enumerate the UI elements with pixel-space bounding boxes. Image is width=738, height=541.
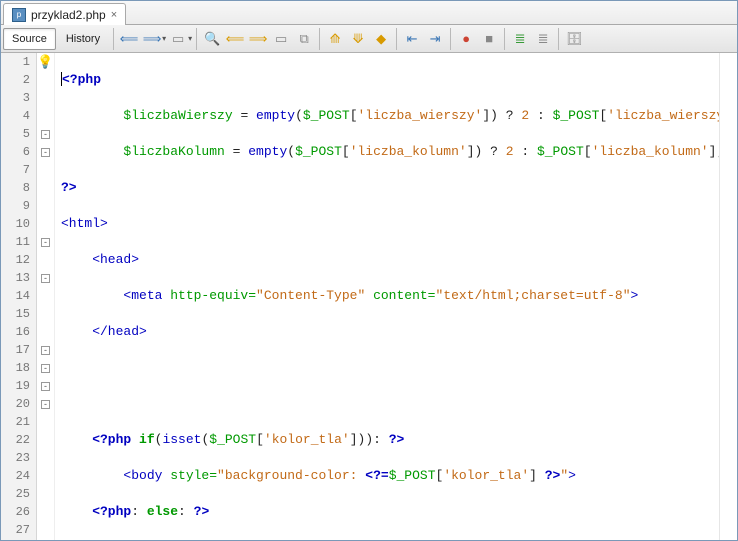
select-button[interactable]: ▭: [167, 28, 189, 50]
line-number: 22: [1, 431, 36, 449]
line-number: 2: [1, 71, 36, 89]
line-number: 18: [1, 359, 36, 377]
fold-gutter: 💡 - - - - - - - -: [37, 53, 55, 540]
separator: [319, 28, 320, 50]
history-view-button[interactable]: History: [57, 28, 109, 50]
editor-window: p przyklad2.php × Source History ⟸ ⟹▾ ▭▾…: [0, 0, 738, 541]
shift-left-button[interactable]: ⇤: [401, 28, 423, 50]
fold-toggle[interactable]: -: [41, 238, 50, 247]
line-number: 11: [1, 233, 36, 251]
fold-toggle[interactable]: -: [41, 130, 50, 139]
line-number: 8: [1, 179, 36, 197]
find-next-button[interactable]: ⟹: [247, 28, 269, 50]
close-icon[interactable]: ×: [111, 9, 117, 21]
fold-toggle[interactable]: -: [41, 346, 50, 355]
editor-toolbar: Source History ⟸ ⟹▾ ▭▾ 🔍 ⟸ ⟹ ▭ ⧉ ⟰ ⟱ ◆ ⇤…: [1, 25, 737, 53]
file-tab-label: przyklad2.php: [31, 8, 106, 22]
separator: [558, 28, 559, 50]
source-view-button[interactable]: Source: [3, 28, 56, 50]
separator: [504, 28, 505, 50]
code-text[interactable]: <?php $liczbaWierszy = empty($_POST['lic…: [55, 53, 719, 540]
error-stripe: [719, 53, 737, 540]
line-number: 16: [1, 323, 36, 341]
line-number: 13: [1, 269, 36, 287]
stop-macro-button[interactable]: ■: [478, 28, 500, 50]
line-number: 9: [1, 197, 36, 215]
php-file-icon: p: [12, 8, 26, 22]
line-number: 21: [1, 413, 36, 431]
fold-toggle[interactable]: -: [41, 400, 50, 409]
line-number: 5: [1, 125, 36, 143]
file-tab-bar: p przyklad2.php ×: [1, 1, 737, 25]
fold-toggle[interactable]: -: [41, 364, 50, 373]
file-tab[interactable]: p przyklad2.php ×: [3, 3, 126, 25]
text-cursor: [61, 72, 62, 86]
line-number: 3: [1, 89, 36, 107]
line-number: 6: [1, 143, 36, 161]
line-number: 7: [1, 161, 36, 179]
find-selection-button[interactable]: 🔍: [201, 28, 223, 50]
separator: [450, 28, 451, 50]
line-number: 20: [1, 395, 36, 413]
line-number: 24: [1, 467, 36, 485]
toggle-rect-button[interactable]: ⧉: [293, 28, 315, 50]
line-number-gutter: 1 2 3 4 5 6 7 8 9 10 11 12 13 14 15 16 1…: [1, 53, 37, 540]
database-icon[interactable]: 🗄: [563, 28, 585, 50]
hint-bulb-icon[interactable]: 💡: [37, 54, 53, 70]
line-number: 26: [1, 503, 36, 521]
separator: [113, 28, 114, 50]
separator: [196, 28, 197, 50]
line-number: 17: [1, 341, 36, 359]
nav-forward-button[interactable]: ⟹: [141, 28, 163, 50]
line-number: 27: [1, 521, 36, 539]
line-number: 10: [1, 215, 36, 233]
prev-bookmark-button[interactable]: ⟰: [324, 28, 346, 50]
find-previous-button[interactable]: ⟸: [224, 28, 246, 50]
start-macro-button[interactable]: ●: [455, 28, 477, 50]
fold-toggle[interactable]: -: [41, 274, 50, 283]
comment-button[interactable]: ≣: [509, 28, 531, 50]
next-bookmark-button[interactable]: ⟱: [347, 28, 369, 50]
uncomment-button[interactable]: ≣: [532, 28, 554, 50]
line-number: 23: [1, 449, 36, 467]
line-number: 1: [1, 53, 36, 71]
line-number: 12: [1, 251, 36, 269]
fold-toggle[interactable]: -: [41, 148, 50, 157]
code-editor[interactable]: 1 2 3 4 5 6 7 8 9 10 11 12 13 14 15 16 1…: [1, 53, 737, 540]
line-number: 15: [1, 305, 36, 323]
line-number: 14: [1, 287, 36, 305]
toggle-bookmark-button[interactable]: ◆: [370, 28, 392, 50]
toggle-highlight-button[interactable]: ▭: [270, 28, 292, 50]
nav-back-button[interactable]: ⟸: [118, 28, 140, 50]
line-number: 4: [1, 107, 36, 125]
line-number: 19: [1, 377, 36, 395]
line-number: 25: [1, 485, 36, 503]
fold-toggle[interactable]: -: [41, 382, 50, 391]
separator: [396, 28, 397, 50]
shift-right-button[interactable]: ⇥: [424, 28, 446, 50]
